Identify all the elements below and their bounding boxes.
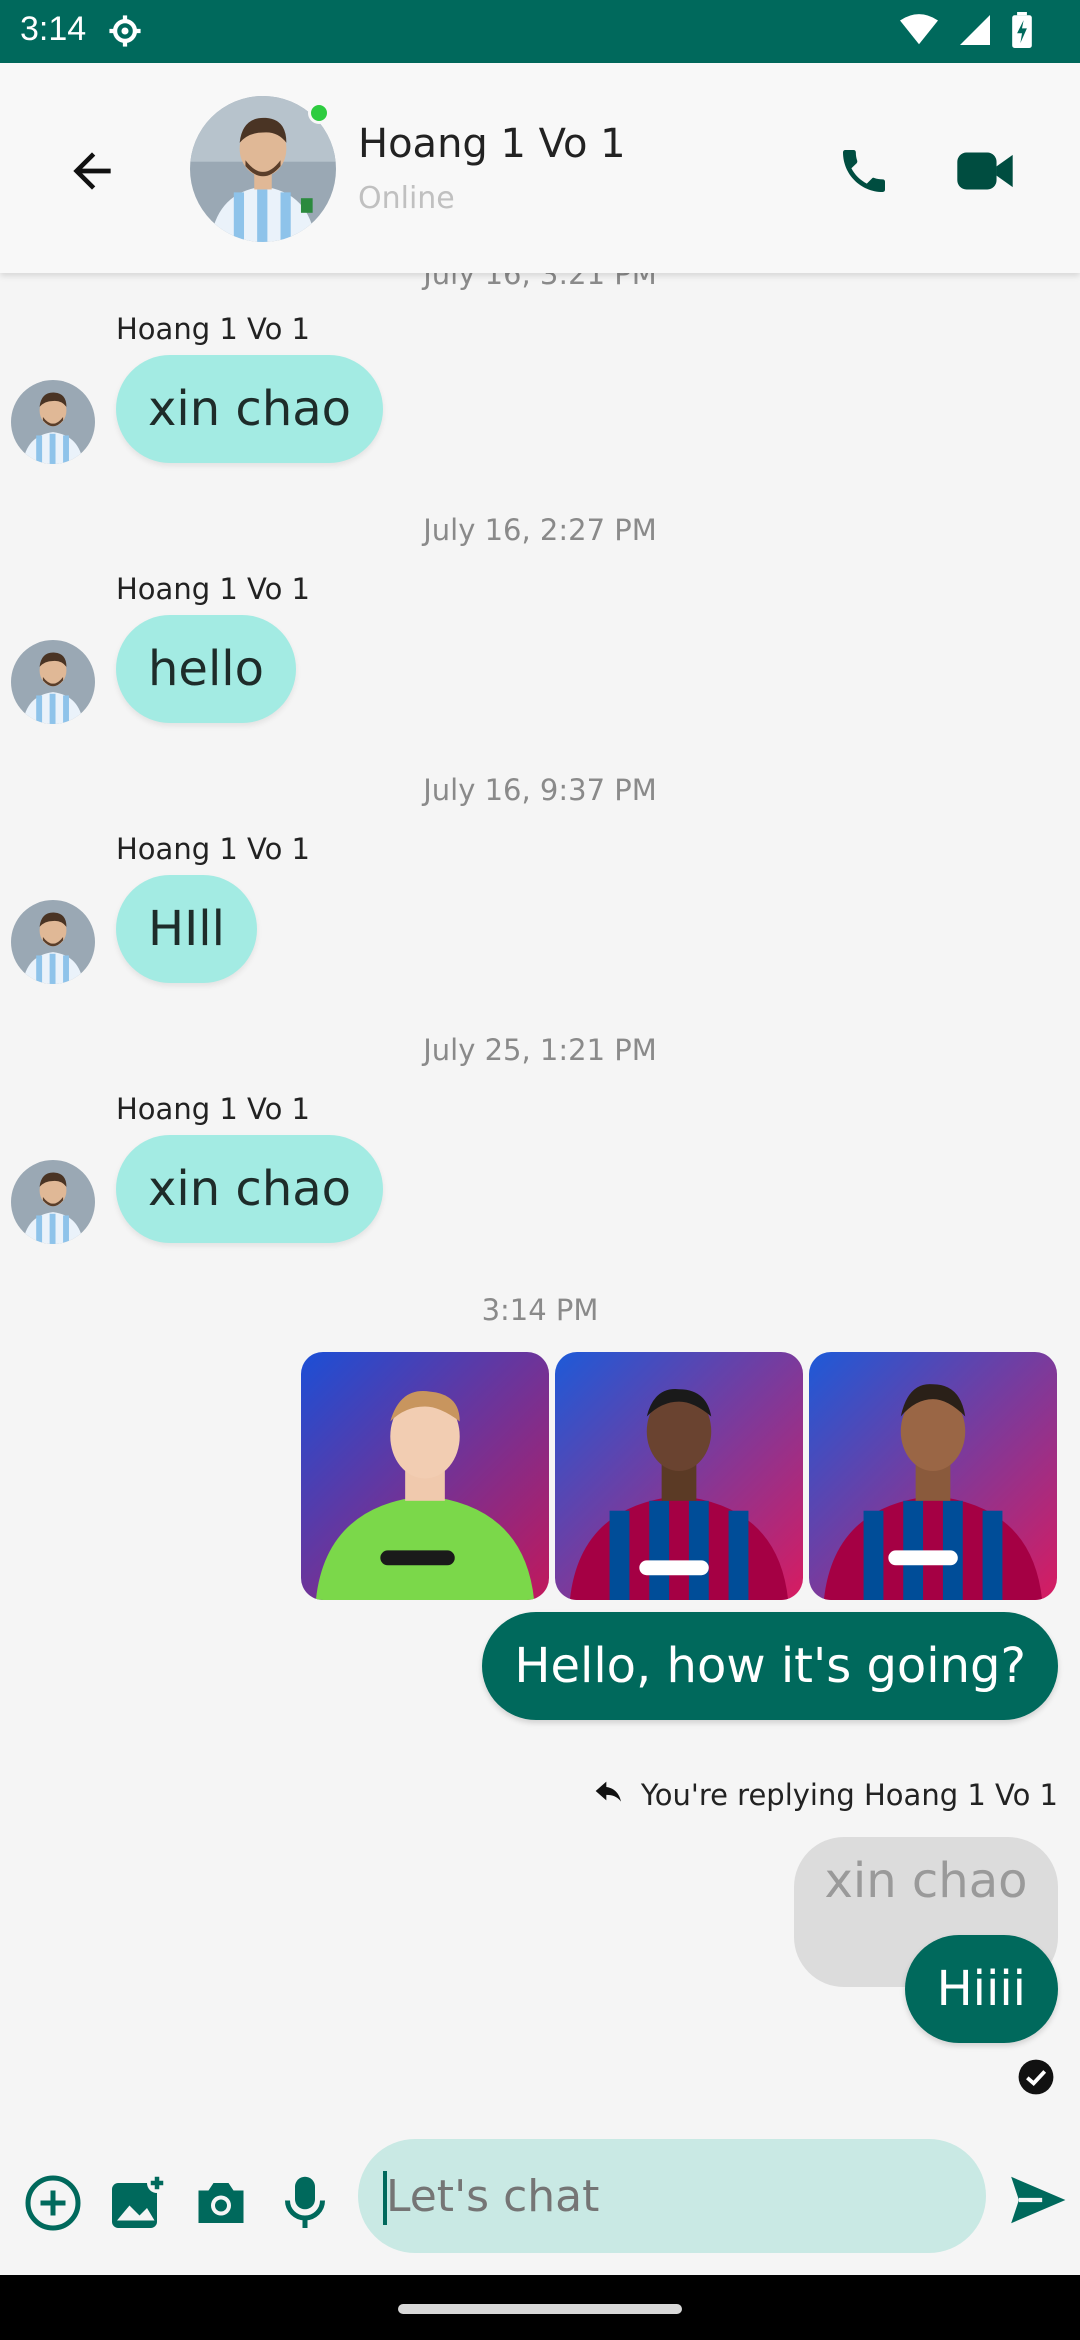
sender-name: Hoang 1 Vo 1	[116, 572, 310, 606]
timestamp: July 16, 9:37 PM	[423, 773, 657, 807]
video-camera-icon[interactable]	[955, 143, 1015, 199]
battery-icon	[1012, 12, 1032, 48]
sender-avatar[interactable]	[11, 380, 95, 464]
add-photo-icon[interactable]	[107, 2173, 167, 2233]
status-bar: 3:14	[0, 0, 1080, 63]
text-cursor	[383, 2171, 387, 2225]
sender-avatar[interactable]	[11, 1160, 95, 1244]
chat-header: Hoang 1 Vo 1 Online	[0, 63, 1080, 273]
message-list[interactable]: July 16, 3:21 PM Hoang 1 Vo 1 xin chao J…	[0, 273, 1080, 2133]
sender-avatar[interactable]	[11, 640, 95, 724]
phone-icon[interactable]	[836, 143, 892, 199]
wifi-icon	[900, 14, 938, 45]
sent-photo[interactable]	[555, 1352, 803, 1600]
reply-header: You're replying Hoang 1 Vo 1	[593, 1778, 1058, 1812]
home-handle[interactable]	[398, 2304, 682, 2314]
composer	[0, 2133, 1080, 2275]
system-nav-bar	[0, 2275, 1080, 2340]
message-bubble-incoming[interactable]: HIll	[116, 875, 257, 983]
message-bubble-incoming[interactable]: hello	[116, 615, 296, 723]
status-time: 3:14	[20, 10, 87, 48]
settings-gear-icon	[109, 15, 141, 47]
contact-status: Online	[358, 181, 455, 216]
sender-name: Hoang 1 Vo 1	[116, 832, 310, 866]
sender-avatar[interactable]	[11, 900, 95, 984]
timestamp: July 25, 1:21 PM	[423, 1033, 657, 1067]
sent-photo[interactable]	[809, 1352, 1057, 1600]
back-arrow-icon[interactable]	[64, 143, 120, 199]
timestamp: July 16, 2:27 PM	[423, 513, 657, 547]
message-bubble-outgoing[interactable]: Hiiii	[904, 1935, 1058, 2043]
sent-photo[interactable]	[301, 1352, 549, 1600]
camera-icon[interactable]	[191, 2173, 251, 2233]
sender-name: Hoang 1 Vo 1	[116, 1092, 310, 1126]
message-bubble-outgoing[interactable]: Hello, how it's going?	[482, 1612, 1058, 1720]
add-circle-icon[interactable]	[23, 2173, 83, 2233]
timestamp: 3:14 PM	[481, 1293, 599, 1327]
microphone-icon[interactable]	[275, 2173, 335, 2233]
message-bubble-incoming[interactable]: xin chao	[116, 355, 384, 463]
send-icon[interactable]	[1006, 2169, 1068, 2231]
sender-name: Hoang 1 Vo 1	[116, 312, 310, 346]
online-indicator	[308, 102, 330, 124]
seen-check-icon	[1018, 2059, 1054, 2095]
reply-arrow-icon	[595, 1781, 621, 1802]
message-bubble-incoming[interactable]: xin chao	[116, 1135, 384, 1243]
timestamp: July 16, 3:21 PM	[423, 273, 657, 291]
reply-header-text: You're replying Hoang 1 Vo 1	[640, 1778, 1058, 1812]
signal-icon	[960, 15, 990, 45]
contact-name: Hoang 1 Vo 1	[358, 121, 626, 167]
status-icons	[900, 12, 1032, 48]
message-input[interactable]	[358, 2139, 986, 2253]
